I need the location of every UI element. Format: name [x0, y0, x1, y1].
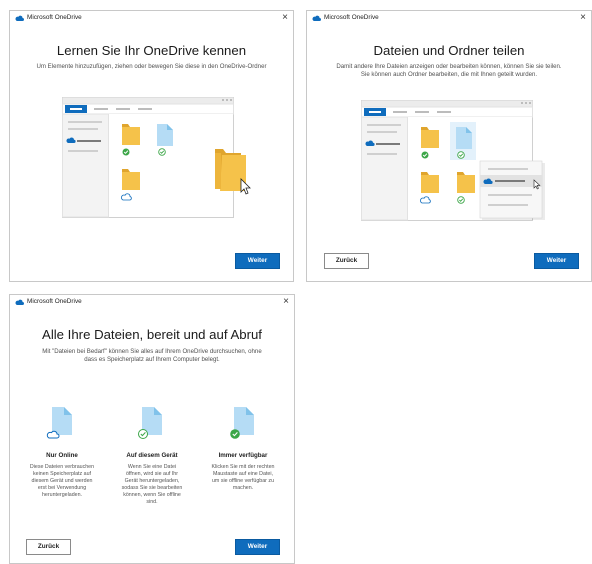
check-filled-status-icon: [421, 151, 429, 159]
column-title-always: Immer verfügbar: [218, 452, 268, 459]
desc-line: Wenn Sie eine Datei: [127, 464, 177, 470]
page-subtitle-line-1: Damit andere Ihre Dateien anzeigen oder …: [336, 63, 562, 70]
online-only-file-icon: [46, 407, 72, 439]
onedrive-window-3: Microsoft OneDrive × Alle Ihre Dateien, …: [9, 294, 295, 564]
check-outline-status-icon: [138, 429, 148, 439]
page-title: Lernen Sie Ihr OneDrive kennen: [56, 43, 247, 58]
folder-icon: [421, 172, 439, 193]
onedrive-cloud-icon: [15, 299, 24, 305]
page-title: Dateien und Ordner teilen: [373, 43, 525, 58]
desc-line: Diese Dateien verbrauchen: [29, 464, 95, 470]
onedrive-cloud-icon: [15, 15, 24, 21]
next-button[interactable]: Weiter: [235, 253, 280, 269]
context-menu: [479, 160, 545, 220]
folder-icon: [122, 169, 140, 190]
desc-line: heruntergeladen.: [41, 492, 83, 498]
app-title: Microsoft OneDrive: [27, 298, 82, 305]
explorer-illustration: [62, 97, 251, 218]
next-button[interactable]: Weiter: [235, 539, 280, 555]
desc-line: diesem Gerät und werden: [31, 478, 93, 484]
check-outline-status-icon: [158, 148, 166, 156]
next-button[interactable]: Weiter: [534, 253, 579, 269]
folder-icon: [457, 172, 475, 193]
desc-line: keinen Speicherplatz auf: [32, 471, 91, 477]
page-subtitle: Um Elemente hinzuzufügen, ziehen oder be…: [36, 63, 267, 70]
column-title-online: Nur Online: [46, 452, 78, 459]
folder-icon: [421, 127, 439, 148]
page-subtitle-line-2: dass es Speicherplatz auf Ihrem Computer…: [84, 356, 220, 363]
folder-icon: [122, 124, 140, 145]
title-bar: Microsoft OneDrive ×: [307, 11, 591, 27]
close-button[interactable]: ×: [282, 12, 288, 24]
column-desc-online: Diese Dateien verbrauchen keinen Speiche…: [22, 464, 102, 499]
check-outline-status-icon: [457, 151, 465, 159]
desc-line: Gerät heruntergeladen,: [124, 478, 180, 484]
desc-line: sind.: [146, 499, 158, 505]
desc-line: um sie offline verfügbar zu: [211, 478, 275, 484]
back-button[interactable]: Zurück: [324, 253, 369, 269]
page-subtitle-line-1: Mit "Dateien bei Bedarf" können Sie alle…: [42, 348, 262, 355]
check-filled-status-icon: [230, 429, 240, 439]
close-button[interactable]: ×: [283, 296, 289, 308]
column-desc-always: Klicken Sie mit der rechten Maustaste au…: [203, 464, 283, 492]
close-button[interactable]: ×: [580, 12, 586, 24]
app-title: Microsoft OneDrive: [324, 14, 379, 21]
desc-line: Klicken Sie mit der rechten: [211, 464, 275, 470]
desc-line: sodass Sie sie bearbeiten: [121, 485, 183, 491]
onedrive-cloud-icon: [312, 15, 321, 21]
check-outline-status-icon: [457, 196, 465, 204]
app-title: Microsoft OneDrive: [27, 14, 82, 21]
check-outline-status-icon: [122, 148, 130, 156]
desc-line: erst bei Verwendung: [37, 485, 87, 491]
onedrive-window-2: Microsoft OneDrive × Dateien und Ordner …: [306, 10, 592, 282]
column-title-device: Auf diesem Gerät: [126, 452, 178, 459]
page-title: Alle Ihre Dateien, bereit und auf Abruf: [42, 327, 262, 342]
on-device-file-icon: [138, 407, 162, 439]
always-available-file-icon: [230, 407, 254, 439]
onedrive-window-1: Microsoft OneDrive × Lernen Sie Ihr OneD…: [9, 10, 294, 282]
desc-line: Maustaste auf eine Datei,: [212, 471, 274, 477]
desc-line: können, wenn Sie offline: [123, 492, 181, 498]
back-button[interactable]: Zurück: [26, 539, 71, 555]
page-subtitle-line-2: Sie können auch Ordner bearbeiten, die m…: [360, 71, 538, 78]
desc-line: machen.: [232, 485, 254, 491]
desc-line: öffnen, wird sie auf Ihr: [125, 471, 179, 477]
share-illustration: [361, 100, 545, 221]
column-desc-device: Wenn Sie eine Datei öffnen, wird sie auf…: [112, 464, 192, 506]
title-bar: Microsoft OneDrive ×: [10, 11, 293, 27]
title-bar: Microsoft OneDrive ×: [10, 295, 294, 311]
